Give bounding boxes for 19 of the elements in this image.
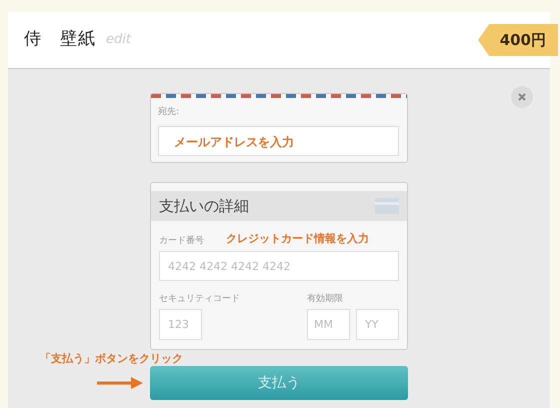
email-field[interactable] (158, 126, 399, 156)
card-title: 支払いの詳細 (159, 196, 249, 217)
pay-button[interactable]: 支払う (150, 366, 408, 400)
field-label: 宛先: (158, 106, 180, 119)
field-label: 有効期限 (307, 293, 343, 306)
annotation: 「支払う」ボタンをクリック (40, 351, 183, 367)
field-label: カード番号 (159, 235, 204, 248)
year-field[interactable]: YY (356, 309, 399, 340)
arrow-icon (97, 377, 143, 389)
security-code-field[interactable]: 123 (159, 309, 202, 340)
annotation: クレジットカード情報を入力 (226, 231, 369, 247)
field-label: セキュリティコード (159, 293, 240, 306)
page-title: 侍 壁紙 (24, 28, 96, 52)
price-tag: 400円 (478, 24, 558, 56)
month-field[interactable]: MM (307, 309, 350, 340)
close-button[interactable] (511, 86, 533, 108)
annotation: メールアドレスを入力 (174, 134, 294, 151)
card-number-field[interactable]: 4242 4242 4242 4242 (159, 251, 399, 281)
close-icon (518, 93, 526, 101)
